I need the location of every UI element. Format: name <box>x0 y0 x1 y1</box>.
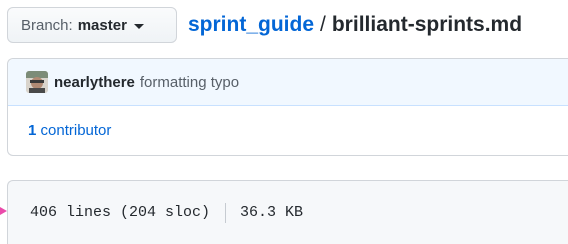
contributors-count: 1 <box>28 122 37 139</box>
file-info-header: 406 lines (204 sloc) 36.3 KB <box>7 180 568 244</box>
file-info-divider <box>225 202 227 223</box>
contributors-row: 1 contributor <box>8 106 568 155</box>
file-line-count: 406 lines (204 sloc) <box>30 204 211 221</box>
caret-down-icon <box>133 23 144 29</box>
file-view: Branch: master sprint_guide / brilliant-sp… <box>0 0 568 244</box>
file-size: 36.3 KB <box>240 204 304 221</box>
latest-commit-box: nearlythere formatting typo 1 contributo… <box>7 58 568 156</box>
commit-header: nearlythere formatting typo <box>8 59 568 106</box>
breadcrumb: sprint_guide / brilliant-sprints.md <box>188 10 522 40</box>
branch-name: master <box>77 16 127 34</box>
avatar[interactable] <box>26 71 48 93</box>
breadcrumb-repo-link[interactable]: sprint_guide <box>188 13 314 36</box>
branch-prefix-label: Branch: <box>21 16 73 34</box>
breadcrumb-file-name: brilliant-sprints.md <box>331 13 523 36</box>
commit-author-link[interactable]: nearlythere <box>54 74 135 91</box>
contributors-link[interactable]: 1 contributor <box>28 122 111 139</box>
commit-message-link[interactable]: formatting typo <box>140 74 239 91</box>
branch-select-button[interactable]: Branch: master <box>7 7 177 43</box>
pointer-marker-icon <box>0 207 7 215</box>
contributors-label: contributor <box>40 122 112 139</box>
breadcrumb-separator: / <box>320 13 326 36</box>
